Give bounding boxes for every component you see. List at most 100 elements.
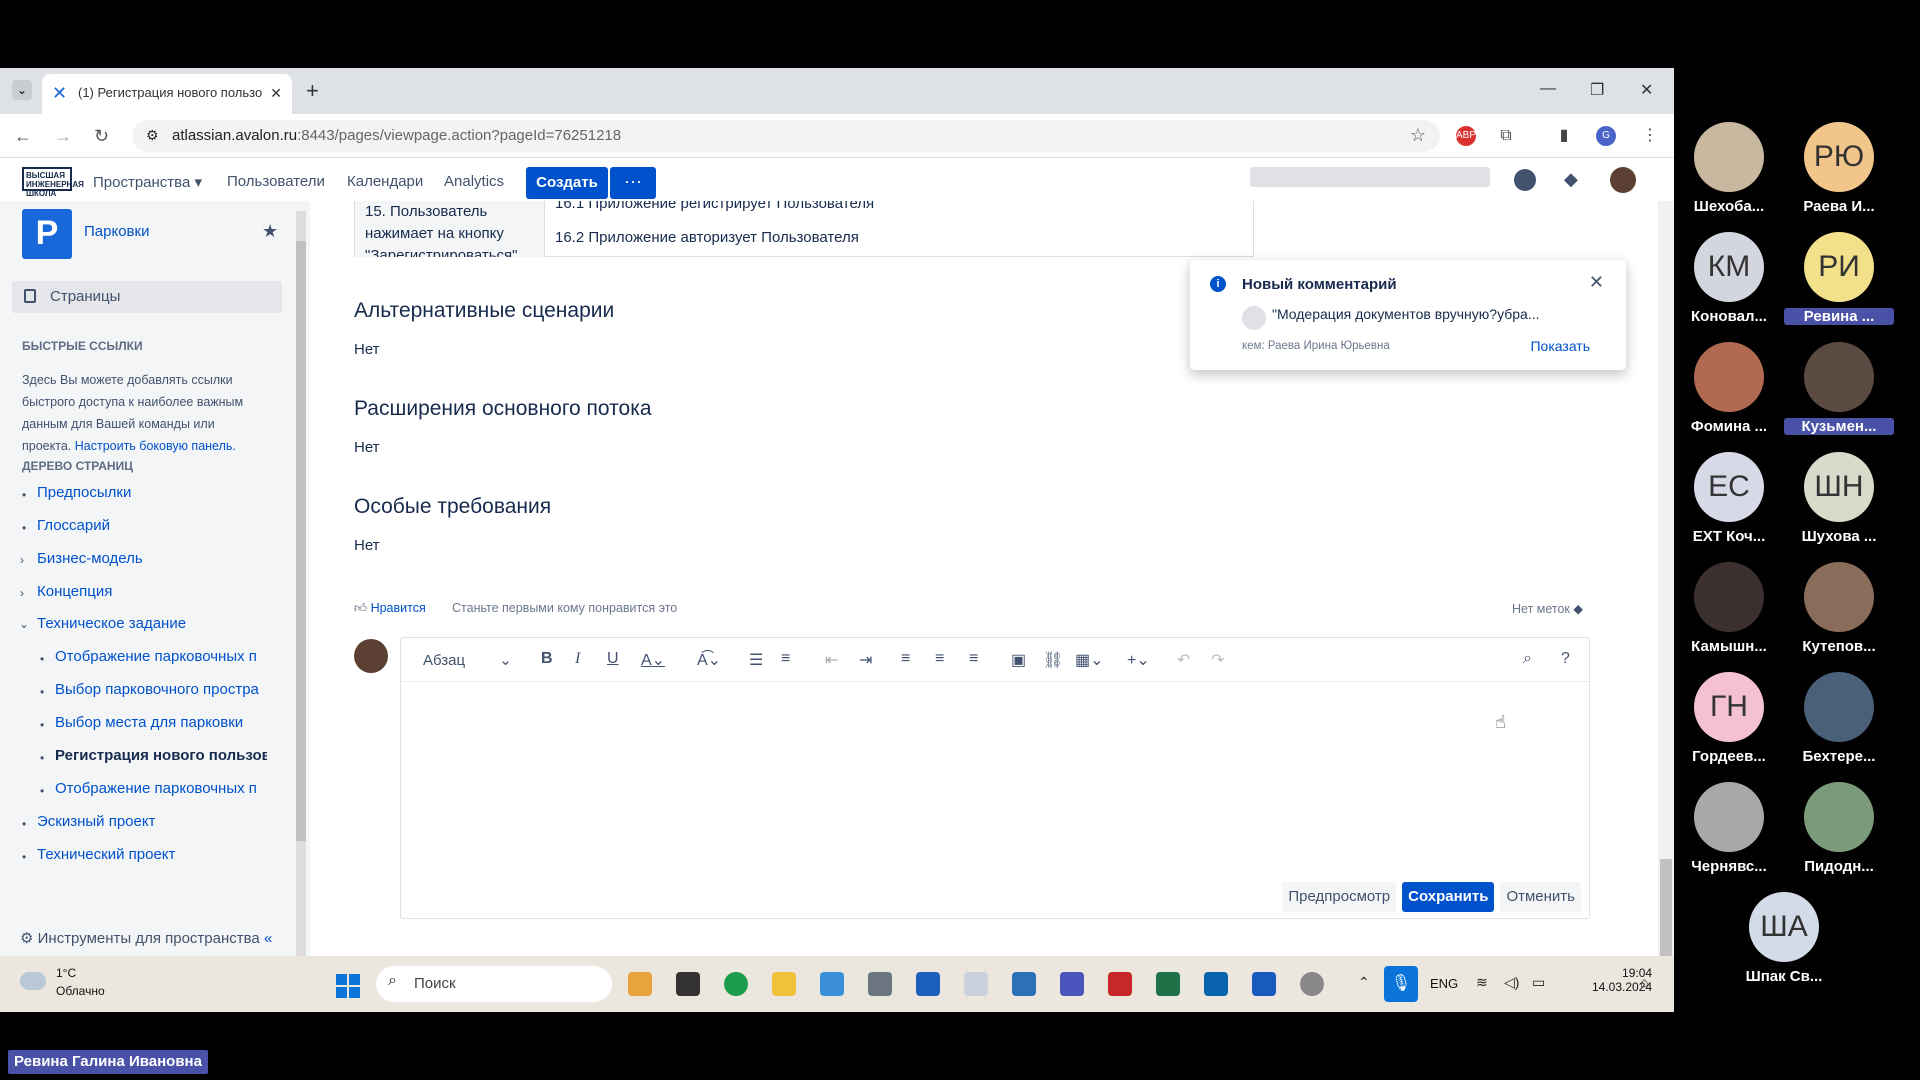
help-icon[interactable] [1514, 169, 1536, 191]
chevron-right-icon[interactable]: › [20, 586, 24, 600]
italic-icon[interactable]: I [575, 650, 580, 668]
comment-text-area[interactable] [401, 682, 1589, 872]
tree-item-draft-project[interactable]: Эскизный проект [37, 813, 155, 830]
undo-icon[interactable]: ↶ [1177, 650, 1190, 670]
paint-app-icon[interactable] [964, 972, 988, 996]
tree-item-parking-display-2[interactable]: Отображение парковочных п [55, 780, 267, 797]
forward-button[interactable]: → [54, 126, 72, 147]
back-button[interactable]: ← [14, 126, 32, 147]
participant-tile[interactable]: Камышн... [1674, 562, 1784, 666]
close-window-button[interactable]: ✕ [1640, 80, 1653, 100]
tree-item-background[interactable]: Предпосылки [37, 484, 131, 501]
tab-list-button[interactable]: ⌄ [12, 80, 32, 100]
image-icon[interactable]: ▣ [1011, 650, 1026, 670]
labels-button[interactable]: Нет меток ◆ [1512, 601, 1583, 616]
browser-tab[interactable]: ✕ (1) Регистрация нового пользо ✕ [42, 74, 292, 114]
nav-users[interactable]: Пользователи [227, 173, 325, 190]
tree-item-spot-select[interactable]: Выбор места для парковки [55, 714, 267, 731]
outlook-app-icon[interactable] [1204, 972, 1228, 996]
minimize-button[interactable]: — [1540, 80, 1556, 98]
nav-analytics[interactable]: Analytics [444, 173, 504, 190]
participant-tile[interactable]: Бехтере... [1784, 672, 1894, 776]
participant-tile[interactable]: РЮ Раева И... [1784, 122, 1894, 226]
participant-tile[interactable]: Кузьмен... [1784, 342, 1894, 446]
text-style-icon[interactable]: A͡⌄ [697, 650, 721, 670]
comment-editor[interactable]: Абзац ⌄ B I U A⌄ A͡⌄ ☰ ≡ ⇤ ⇥ ≡ ≡ ≡ ▣ ⛓ ▦… [400, 637, 1590, 919]
tree-item-glossary[interactable]: Глоссарий [37, 517, 110, 534]
link-icon[interactable]: ⛓ [1043, 650, 1063, 670]
chrome-app-icon[interactable] [724, 972, 748, 996]
restore-button[interactable]: ❐ [1590, 80, 1604, 100]
app-icon[interactable] [1300, 972, 1324, 996]
url-input[interactable]: ⚙ atlassian.avalon.ru:8443/pages/viewpag… [132, 120, 1440, 152]
align-right-icon[interactable]: ≡ [969, 650, 978, 668]
underline-icon[interactable]: U [607, 650, 619, 668]
wifi-icon[interactable]: ≋ [1476, 974, 1488, 991]
configure-sidebar-link[interactable]: Настроить боковую панель. [75, 439, 236, 453]
find-icon[interactable]: ⌕ [1523, 650, 1532, 668]
notifications-icon[interactable]: ⌂ [1640, 974, 1648, 990]
align-left-icon[interactable]: ≡ [901, 650, 910, 668]
notepad-app-icon[interactable] [916, 972, 940, 996]
new-tab-button[interactable]: + [306, 78, 319, 104]
cloud-icon[interactable] [20, 972, 46, 990]
nav-calendars[interactable]: Календари [347, 173, 423, 190]
space-name-link[interactable]: Парковки [84, 223, 149, 240]
cancel-button[interactable]: Отменить [1500, 882, 1581, 912]
bullet-list-icon[interactable]: ☰ [749, 650, 763, 670]
windows-start-icon[interactable] [336, 974, 360, 998]
access-app-icon[interactable] [1108, 972, 1132, 996]
tray-expand-icon[interactable]: ⌃ [1358, 974, 1370, 991]
tree-item-business-model[interactable]: Бизнес-модель [37, 550, 143, 567]
bold-icon[interactable]: B [541, 650, 553, 668]
nav-spaces[interactable]: Пространства ▾ [93, 173, 202, 191]
star-icon[interactable]: ★ [262, 221, 278, 242]
excel-app-icon[interactable] [1156, 972, 1180, 996]
paragraph-style-select[interactable]: Абзац ⌄ [423, 651, 512, 669]
taskbar-search[interactable]: ⌕ Поиск [376, 966, 612, 1002]
space-logo[interactable]: P [22, 209, 72, 259]
participant-tile[interactable]: Шехоба... [1674, 122, 1784, 226]
weather-desc[interactable]: Облачно [56, 984, 105, 998]
participant-tile[interactable]: ЕС EXT Коч... [1674, 452, 1784, 556]
side-panel-icon[interactable]: ▮ [1554, 126, 1574, 146]
page-scrollbar-thumb[interactable] [1660, 859, 1672, 969]
site-info-icon[interactable]: ⚙ [146, 127, 159, 144]
browser-menu-icon[interactable]: ⋮ [1640, 126, 1660, 146]
tree-item-parking-display-1[interactable]: Отображение парковочных п [55, 648, 267, 665]
notifications-icon[interactable]: ◆ [1564, 169, 1586, 191]
participant-tile[interactable]: Пидодн... [1784, 782, 1894, 886]
microphone-icon[interactable]: 🎙︎ [1384, 966, 1418, 1002]
tree-item-tech-project[interactable]: Технический проект [37, 846, 175, 863]
participant-tile[interactable]: Кутепов... [1784, 562, 1894, 666]
language-indicator[interactable]: ENG [1430, 976, 1458, 991]
extensions-icon[interactable]: ⧉ [1496, 126, 1516, 146]
copilot-app-icon[interactable] [628, 972, 652, 996]
app-icon[interactable] [820, 972, 844, 996]
remote-desktop-icon[interactable] [1012, 972, 1036, 996]
user-avatar[interactable] [1610, 167, 1636, 193]
insert-more-icon[interactable]: +⌄ [1127, 650, 1150, 670]
help-icon[interactable]: ? [1561, 650, 1570, 668]
profile-avatar[interactable]: G [1596, 126, 1616, 146]
participant-tile[interactable]: Чернявс... [1674, 782, 1784, 886]
participant-tile[interactable]: ГН Гордеев... [1674, 672, 1784, 776]
like-button[interactable]: 👍︎ Нравится [354, 601, 426, 616]
chevron-right-icon[interactable]: › [20, 553, 24, 567]
participant-tile[interactable]: РИ Ревина ... [1784, 232, 1894, 336]
task-view-icon[interactable] [676, 972, 700, 996]
battery-icon[interactable]: ▭ [1532, 974, 1545, 991]
tree-item-parking-space-select[interactable]: Выбор парковочного простра [55, 681, 267, 698]
reload-button[interactable]: ↻ [94, 126, 109, 147]
chevron-down-icon[interactable]: ⌄ [19, 617, 29, 631]
file-explorer-icon[interactable] [772, 972, 796, 996]
tab-close-icon[interactable]: ✕ [270, 85, 282, 102]
collapse-sidebar-icon[interactable]: « [264, 930, 272, 947]
tree-item-concept[interactable]: Концепция [37, 583, 112, 600]
search-input[interactable] [1250, 167, 1490, 187]
adblock-extension-icon[interactable]: ABP [1456, 126, 1476, 146]
volume-icon[interactable]: ◁) [1504, 974, 1519, 991]
participant-tile[interactable]: ША Шпак Св... [1729, 892, 1839, 996]
sidebar-item-pages[interactable]: Страницы [12, 281, 282, 313]
text-color-icon[interactable]: A⌄ [641, 650, 665, 670]
